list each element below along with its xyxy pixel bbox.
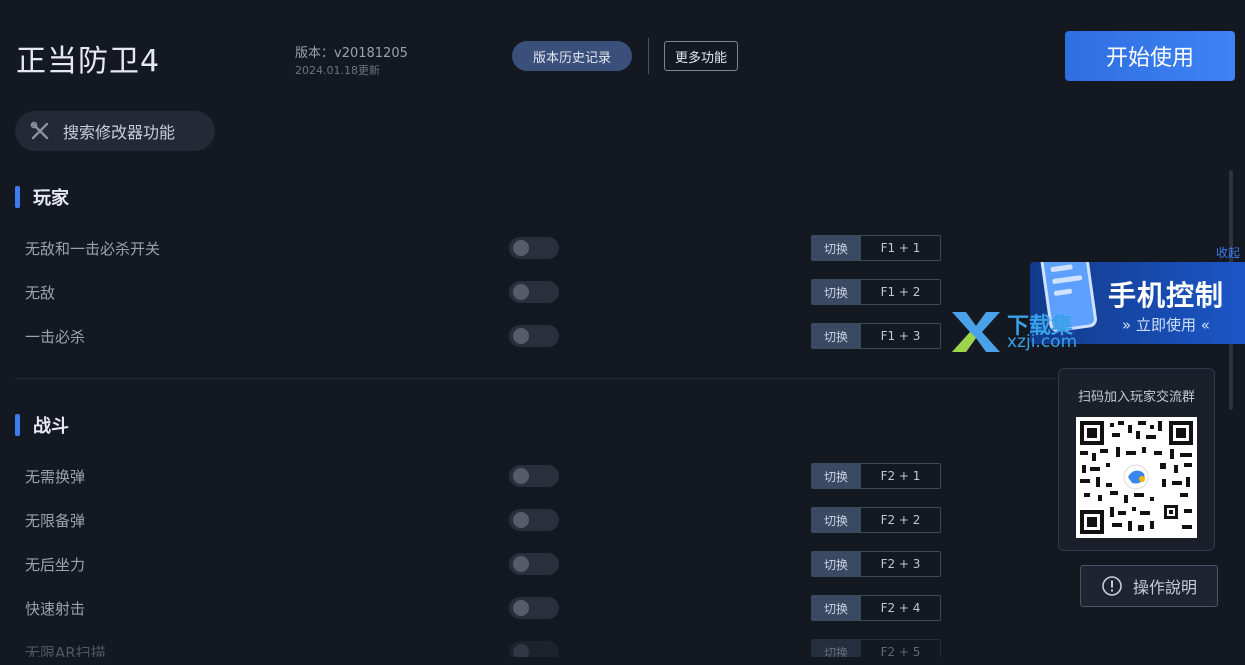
cheat-toggle[interactable]	[509, 641, 559, 657]
toggle-knob	[513, 328, 529, 344]
cheat-toggle[interactable]	[509, 237, 559, 259]
cheat-row: 无限AR扫描 切换 F2 + 5	[25, 639, 965, 657]
watermark-logo: 下载集 xzji.com	[950, 308, 1090, 358]
toggle-knob	[513, 240, 529, 256]
updated-date: 2024.01.18更新	[295, 64, 380, 77]
header-divider	[648, 38, 649, 74]
hotkey-binding[interactable]: 切换 F1 + 1	[811, 235, 941, 261]
section-title-player: 玩家	[15, 184, 69, 210]
watermark-url: xzji.com	[1007, 332, 1078, 352]
section-marker	[15, 414, 20, 436]
section-marker	[15, 186, 20, 208]
cheat-toggle[interactable]	[509, 325, 559, 347]
app-title: 正当防卫4	[16, 44, 161, 79]
section-title-text: 玩家	[33, 188, 69, 209]
hotkey-binding[interactable]: 切换 F2 + 3	[811, 551, 941, 577]
cheat-toggle[interactable]	[509, 509, 559, 531]
cheat-toggle[interactable]	[509, 465, 559, 487]
cheat-label: 无敌	[25, 284, 56, 302]
hotkey-binding[interactable]: 切换 F2 + 4	[811, 595, 941, 621]
version-text: 版本：v20181205	[295, 46, 408, 61]
cheat-row: 快速射击 切换 F2 + 4	[25, 595, 965, 621]
search-placeholder: 搜索修改器功能	[63, 123, 176, 142]
cheat-toggle[interactable]	[509, 553, 559, 575]
hotkey-keys: F1 + 3	[861, 323, 941, 349]
cheat-label: 无限AR扫描	[25, 644, 106, 657]
cheat-row: 无需换弹 切换 F2 + 1	[25, 463, 965, 489]
qr-card: 扫码加入玩家交流群	[1058, 368, 1215, 551]
hotkey-mode: 切换	[811, 595, 861, 621]
toggle-knob	[513, 644, 529, 657]
cheat-label: 无后坐力	[25, 556, 86, 574]
cheat-label: 无需换弹	[25, 468, 86, 486]
toggle-knob	[513, 600, 529, 616]
cheat-row: 无敌和一击必杀开关 切换 F1 + 1	[25, 235, 965, 261]
toggle-knob	[513, 468, 529, 484]
hotkey-mode: 切换	[811, 507, 861, 533]
cheat-toggle[interactable]	[509, 597, 559, 619]
wrench-cross-icon	[29, 120, 51, 142]
version-history-button[interactable]: 版本历史记录	[512, 41, 632, 71]
section-divider	[15, 378, 1095, 379]
cheat-label: 快速射击	[25, 600, 86, 618]
hotkey-binding[interactable]: 切换 F1 + 3	[811, 323, 941, 349]
watermark-x-icon	[952, 312, 1000, 352]
toggle-knob	[513, 556, 529, 572]
hotkey-keys: F2 + 3	[861, 551, 941, 577]
toggle-knob	[513, 284, 529, 300]
cheat-label: 无限备弹	[25, 512, 86, 530]
start-button[interactable]: 开始使用	[1065, 31, 1235, 81]
help-label: 操作說明	[1132, 578, 1197, 597]
hotkey-binding[interactable]: 切换 F1 + 2	[811, 279, 941, 305]
hotkey-binding[interactable]: 切换 F2 + 5	[811, 639, 941, 657]
hotkey-mode: 切换	[811, 639, 861, 657]
hotkey-keys: F2 + 5	[861, 639, 941, 657]
cheat-row: 无敌 切换 F1 + 2	[25, 279, 965, 305]
hotkey-binding[interactable]: 切换 F2 + 2	[811, 507, 941, 533]
hotkey-mode: 切换	[811, 463, 861, 489]
hotkey-mode: 切换	[811, 551, 861, 577]
cheat-label: 一击必杀	[25, 328, 86, 346]
banner-title: 手机控制	[1108, 279, 1225, 312]
cheat-row: 一击必杀 切换 F1 + 3	[25, 323, 965, 349]
toggle-knob	[513, 512, 529, 528]
hotkey-mode: 切换	[811, 235, 861, 261]
hotkey-keys: F2 + 4	[861, 595, 941, 621]
cheat-row: 无后坐力 切换 F2 + 3	[25, 551, 965, 577]
search-input[interactable]: 搜索修改器功能	[15, 111, 215, 151]
collapse-button[interactable]: 收起	[1216, 244, 1240, 261]
hotkey-mode: 切换	[811, 323, 861, 349]
hotkey-binding[interactable]: 切换 F2 + 1	[811, 463, 941, 489]
cheat-toggle[interactable]	[509, 281, 559, 303]
hotkey-mode: 切换	[811, 279, 861, 305]
qr-title: 扫码加入玩家交流群	[1077, 390, 1195, 405]
banner-subtitle: » 立即使用 «	[1122, 316, 1210, 334]
cheat-label: 无敌和一击必杀开关	[25, 240, 161, 258]
exclamation-circle-icon	[1101, 575, 1123, 597]
hotkey-keys: F2 + 1	[861, 463, 941, 489]
hotkey-keys: F2 + 2	[861, 507, 941, 533]
section-title-text: 战斗	[33, 416, 69, 437]
hotkey-keys: F1 + 1	[861, 235, 941, 261]
cheat-row: 无限备弹 切换 F2 + 2	[25, 507, 965, 533]
help-button[interactable]: 操作說明	[1080, 565, 1218, 607]
more-features-button[interactable]: 更多功能	[664, 41, 738, 71]
section-title-combat: 战斗	[15, 412, 69, 438]
hotkey-keys: F1 + 2	[861, 279, 941, 305]
qr-code-image	[1076, 417, 1197, 538]
